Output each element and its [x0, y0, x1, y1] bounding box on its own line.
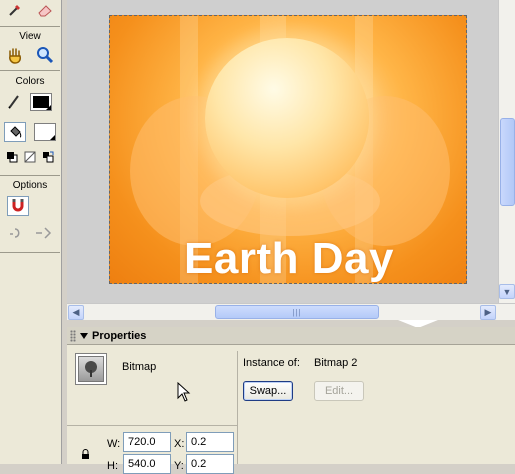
- bitmap-thumbnail: [75, 353, 107, 385]
- dropdown-arrow-icon: [50, 135, 55, 140]
- instance-of-value: Bitmap 2: [314, 357, 358, 369]
- zoom-icon: [36, 46, 54, 67]
- fill-color-row: [0, 121, 60, 143]
- stroke-color-row: [0, 91, 60, 113]
- vertical-scroll-thumb[interactable]: [500, 118, 515, 206]
- swap-button[interactable]: Swap...: [243, 381, 293, 401]
- divider-line: [67, 425, 237, 426]
- y-label: Y:: [174, 460, 184, 472]
- straighten-icon: [34, 226, 52, 243]
- separator: [0, 252, 60, 253]
- separator: [0, 70, 60, 71]
- magnet-icon: [11, 198, 25, 215]
- dropdown-arrow-icon: [46, 105, 51, 110]
- properties-title: Properties: [92, 329, 147, 342]
- bitmap-icon: [78, 356, 104, 382]
- eraser-tool[interactable]: [34, 1, 56, 21]
- height-field[interactable]: [123, 454, 171, 474]
- properties-divider: [237, 351, 238, 464]
- color-options-row: [0, 147, 60, 169]
- instance-of-label: Instance of:: [243, 357, 300, 369]
- vertical-scrollbar[interactable]: ▼: [498, 0, 515, 303]
- swap-colors-button[interactable]: [41, 148, 55, 168]
- edit-button[interactable]: Edit...: [314, 381, 364, 401]
- options-row: [0, 195, 60, 217]
- view-section-label: View: [19, 31, 41, 42]
- y-field[interactable]: [186, 454, 234, 474]
- grip-icon[interactable]: [70, 329, 76, 342]
- earth-day-title: Earth Day: [184, 234, 394, 283]
- smooth-button[interactable]: [6, 224, 28, 244]
- width-field[interactable]: [123, 432, 171, 452]
- properties-left-section: Bitmap W: X: H: Y:: [67, 346, 237, 474]
- fill-color-swatch[interactable]: [34, 123, 56, 141]
- properties-panel: Properties Bitmap W: X: H: Y: Instance o…: [67, 327, 515, 474]
- options-row-2: [0, 223, 60, 245]
- tool-row-top: [0, 0, 60, 22]
- smooth-icon: [8, 226, 26, 243]
- horizontal-scroll-thumb[interactable]: |||: [215, 305, 379, 319]
- symbol-type-label: Bitmap: [122, 361, 157, 373]
- stroke-color-swatch[interactable]: [30, 93, 52, 111]
- no-color-button[interactable]: [23, 148, 37, 168]
- properties-header[interactable]: Properties: [67, 327, 515, 345]
- paint-bucket-icon[interactable]: [4, 122, 26, 142]
- snap-to-objects-button[interactable]: [7, 196, 29, 216]
- eyedropper-icon: [7, 2, 23, 21]
- eyedropper-tool[interactable]: [4, 1, 26, 21]
- x-field[interactable]: [186, 432, 234, 452]
- swap-colors-icon: [42, 151, 54, 166]
- tool-row-view: [0, 45, 60, 67]
- straighten-button[interactable]: [32, 224, 54, 244]
- separator: [0, 175, 60, 176]
- tools-panel-lower: [0, 321, 62, 464]
- height-label: H:: [107, 460, 118, 472]
- mouse-cursor-icon: [177, 381, 191, 405]
- scroll-right-arrow[interactable]: ▶: [480, 305, 496, 320]
- hand-icon: [6, 46, 24, 67]
- globe-image: [205, 38, 369, 198]
- no-color-icon: [24, 151, 36, 166]
- scroll-down-arrow[interactable]: ▼: [499, 284, 515, 299]
- eraser-icon: [37, 2, 53, 21]
- scroll-left-arrow[interactable]: ◀: [68, 305, 84, 320]
- lock-icon[interactable]: [81, 449, 90, 463]
- options-section-label: Options: [12, 180, 48, 191]
- horizontal-scrollbar[interactable]: ◀ ||| ▶: [67, 303, 515, 320]
- separator: [0, 26, 60, 27]
- hand-tool[interactable]: [4, 46, 26, 66]
- black-white-icon: [6, 151, 18, 166]
- colors-section-label: Colors: [15, 76, 45, 87]
- zoom-tool[interactable]: [34, 46, 56, 66]
- stage-area: Earth Day ▼: [67, 0, 515, 303]
- pencil-icon: [8, 93, 22, 112]
- tools-panel: View Colors Options: [0, 0, 62, 321]
- width-label: W:: [107, 438, 121, 450]
- stage-canvas[interactable]: Earth Day: [109, 15, 467, 284]
- x-label: X:: [174, 438, 185, 450]
- collapse-triangle-icon[interactable]: [80, 332, 88, 339]
- black-white-button[interactable]: [5, 148, 19, 168]
